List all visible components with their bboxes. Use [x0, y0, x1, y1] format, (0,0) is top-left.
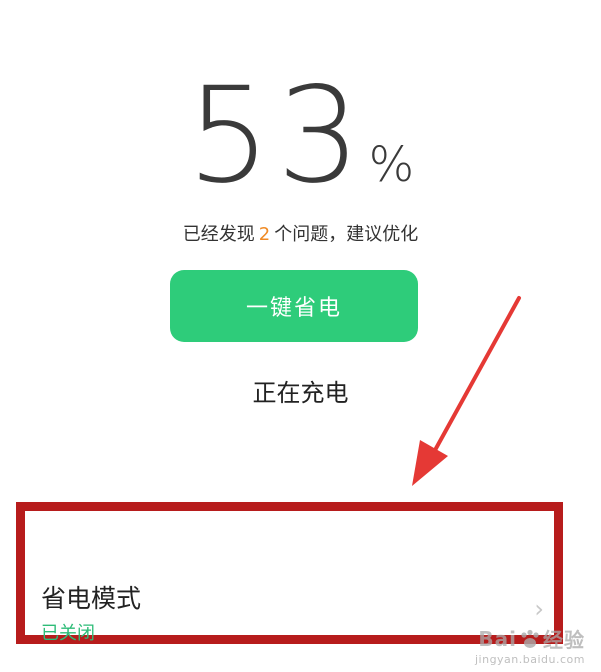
paw-icon: [521, 629, 539, 648]
charging-status: 正在充电: [252, 379, 349, 407]
issues-summary: 已经发现 2 个问题，建议优化: [0, 220, 601, 246]
power-saving-mode-status: 已关闭: [41, 623, 95, 644]
one-click-save-power-button[interactable]: 一键省电: [170, 270, 418, 342]
watermark-brand-left: Bai: [478, 626, 517, 651]
issues-suffix: 个问题，建议优化: [274, 224, 419, 245]
watermark-url: jingyan.baidu.com: [474, 653, 585, 666]
watermark: Bai 经验 jingyan.baidu.com: [474, 624, 585, 667]
power-saving-mode-title: 省电模式: [41, 584, 142, 613]
chevron-right-icon: ›: [534, 595, 544, 623]
battery-percent-sign: %: [368, 137, 415, 193]
issues-count: 2: [258, 224, 271, 245]
watermark-brand-right: 经验: [543, 628, 585, 652]
power-saving-mode-row[interactable]: 省电模式 已关闭 ›: [16, 502, 563, 644]
issues-prefix: 已经发现: [182, 224, 255, 245]
watermark-brand: Bai 经验: [475, 624, 585, 653]
battery-percent-value: 53: [186, 59, 367, 213]
battery-percentage: 53%: [0, 70, 601, 202]
